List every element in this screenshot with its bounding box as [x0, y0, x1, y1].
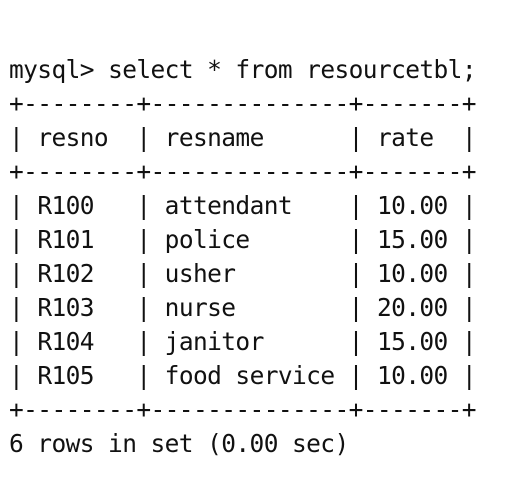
cell-resno: R103 — [37, 293, 123, 322]
table-row: | R104 | janitor | 15.00 | — [9, 327, 477, 356]
sql-command: select * from resourcetbl; — [108, 55, 477, 84]
cell-resname: police — [164, 225, 335, 254]
table-row: | R100 | attendant | 10.00 | — [9, 191, 477, 220]
table-row: | R105 | food service | 10.00 | — [9, 361, 477, 390]
cell-resno: R101 — [37, 225, 123, 254]
cell-resname: janitor — [164, 327, 335, 356]
header-rate: rate — [376, 123, 448, 152]
cell-resname: usher — [164, 259, 335, 288]
table-row: | R101 | police | 15.00 | — [9, 225, 477, 254]
cell-rate: 10.00 — [376, 361, 448, 390]
table-row: | R103 | nurse | 20.00 | — [9, 293, 477, 322]
table-border-header: +--------+--------------+-------+ — [9, 157, 477, 186]
cell-rate: 10.00 — [376, 259, 448, 288]
result-summary: 6 rows in set (0.00 sec) — [9, 429, 349, 458]
cell-resname: nurse — [164, 293, 335, 322]
cell-rate: 10.00 — [376, 191, 448, 220]
cell-resname: attendant — [164, 191, 335, 220]
table-header-row: | resno | resname | rate | — [9, 123, 477, 152]
header-resname: resname — [164, 123, 335, 152]
mysql-prompt: mysql> — [9, 55, 95, 84]
command-line: mysql> select * from resourcetbl; — [9, 53, 510, 87]
table-row: | R102 | usher | 10.00 | — [9, 259, 477, 288]
table-border-top: +--------+--------------+-------+ — [9, 89, 477, 118]
table-body: | R100 | attendant | 10.00 | | R101 | pol… — [9, 189, 510, 393]
cell-rate: 15.00 — [376, 327, 448, 356]
cell-resno: R102 — [37, 259, 123, 288]
cell-resno: R105 — [37, 361, 123, 390]
table-border-bottom: +--------+--------------+-------+ — [9, 395, 477, 424]
cell-resname: food service — [164, 361, 335, 390]
cell-resno: R100 — [37, 191, 123, 220]
cell-rate: 15.00 — [376, 225, 448, 254]
terminal-window: mysql> select * from resourcetbl; +------… — [0, 0, 510, 458]
cell-resno: R104 — [37, 327, 123, 356]
header-resno: resno — [37, 123, 123, 152]
cell-rate: 20.00 — [376, 293, 448, 322]
